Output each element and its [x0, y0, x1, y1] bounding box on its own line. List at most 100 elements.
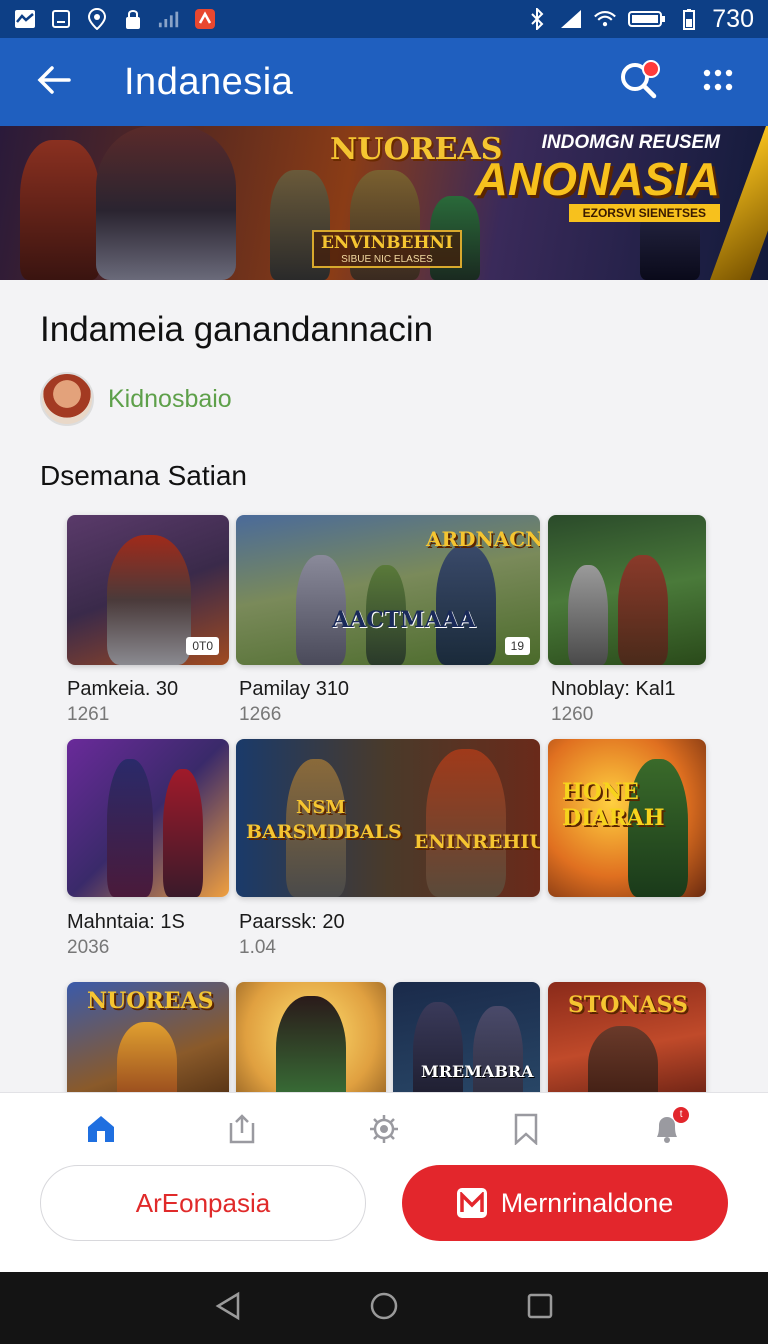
tile-chip: 19 [504, 637, 530, 655]
tile-label: BARSMDBALS [246, 821, 402, 843]
tile-character [117, 1022, 177, 1092]
search-button[interactable] [612, 56, 664, 108]
nav-notifications[interactable]: t [637, 1107, 697, 1153]
tile-character [436, 545, 496, 665]
nav-home[interactable] [71, 1109, 131, 1153]
tile-character [568, 565, 608, 665]
system-back-button[interactable] [208, 1288, 248, 1328]
tile-label: STONASS [568, 992, 688, 1018]
banner-hero-figure [96, 126, 236, 280]
game-tile[interactable]: NUOREAS [67, 982, 229, 1092]
card-meta: 1261 [67, 704, 110, 725]
article-content: Indameia ganandannacin Kidnosbaio Dseman… [0, 280, 768, 1092]
arrow-back-icon [37, 65, 71, 100]
wifi-icon [594, 8, 617, 30]
system-home-button[interactable] [364, 1288, 404, 1328]
lock-icon [122, 8, 144, 30]
battery-icon [628, 8, 666, 30]
tile-character [276, 996, 346, 1092]
more-options-button[interactable] [692, 56, 744, 108]
game-tile[interactable]: 0T0 [67, 515, 229, 665]
card-meta: 1260 [551, 704, 594, 725]
share-icon [226, 1113, 258, 1150]
author-row[interactable]: Kidnosbaio [40, 372, 232, 426]
nav-share[interactable] [212, 1109, 272, 1153]
banner-right-logo: INDOMGN REUSEM ANONASIA EZORSVI SIENETSE… [475, 132, 720, 222]
search-badge [642, 60, 660, 78]
bookmark-icon [512, 1113, 540, 1150]
tile-label: AACTMAAA [332, 607, 476, 633]
system-navigation-bar [0, 1272, 768, 1344]
banner-hero-figure [20, 140, 100, 280]
bluetooth-icon [526, 8, 548, 30]
game-tile[interactable]: NSM BARSMDBALS ENINREHIU [236, 739, 540, 897]
tile-character [107, 759, 153, 897]
system-recents-button[interactable] [520, 1288, 560, 1328]
nav-bookmarks[interactable] [496, 1109, 556, 1153]
game-tile[interactable]: MREMABRA [393, 982, 540, 1092]
clock-time: 730 [712, 4, 754, 33]
game-tile[interactable]: HONE DIARAH [548, 739, 706, 897]
page-title: Indameia ganandannacin [40, 310, 434, 349]
signal-bars-icon [158, 8, 180, 30]
game-tile[interactable] [548, 515, 706, 665]
hero-banner[interactable]: NUOREAS ENVINBEHNI SIBUE NIC ELASES INDO… [0, 126, 768, 280]
triangle-back-icon [214, 1291, 242, 1326]
location-icon [86, 8, 108, 30]
app-notification-icon [194, 8, 216, 30]
tile-chip: 0T0 [186, 637, 219, 655]
banner-event-box: ENVINBEHNI SIBUE NIC ELASES [312, 230, 462, 268]
avatar[interactable] [40, 372, 94, 426]
tile-top-label: NSM [296, 797, 346, 818]
game-tile[interactable] [236, 982, 386, 1092]
card-title[interactable]: Mahntaia: 1S [67, 911, 185, 934]
circle-home-icon [369, 1291, 399, 1326]
nav-settings[interactable] [354, 1109, 414, 1153]
section-title: Dsemana Satian [40, 460, 248, 491]
more-dots-icon [702, 68, 734, 97]
bottom-navigation: t ArEonpasia Mernrinaldone [0, 1092, 768, 1272]
game-tile[interactable]: STONASS [548, 982, 706, 1092]
secondary-action-button[interactable]: ArEonpasia [40, 1165, 366, 1241]
banner-right-subtitle: EZORSVI SIENETSES [568, 204, 720, 222]
app-title: Indanesia [124, 60, 294, 103]
banner-box-title: ENVINBEHNI [320, 233, 454, 253]
battery-level-icon [678, 8, 700, 30]
tile-label: HONE DIARAH [562, 779, 665, 831]
tile-character [618, 555, 668, 665]
tile-character [588, 1026, 658, 1092]
card-title[interactable]: Nnoblay: Kal1 [551, 678, 676, 701]
m-logo-icon [456, 1188, 487, 1218]
banner-box-subtitle: SIBUE NIC ELASES [341, 254, 433, 265]
tile-label: MREMABRA [421, 1062, 534, 1081]
tile-top-label: ARDNACN [426, 527, 540, 551]
game-tile[interactable]: ARDNACN AACTMAAA 19 [236, 515, 540, 665]
screen-icon [50, 8, 72, 30]
home-icon [85, 1113, 117, 1150]
primary-action-button[interactable]: Mernrinaldone [402, 1165, 728, 1241]
banner-right-title: ANONASIA [474, 153, 720, 205]
back-button[interactable] [24, 52, 84, 112]
card-meta: 1.04 [239, 937, 276, 958]
banner-right-line1: INDOMGN REUSEM [541, 132, 720, 153]
card-meta: 2036 [67, 937, 110, 958]
tile-character [163, 769, 203, 897]
author-name[interactable]: Kidnosbaio [108, 385, 232, 414]
card-title[interactable]: Paarssk: 20 [239, 911, 345, 934]
status-bar: 730 [0, 0, 768, 38]
card-title[interactable]: Pamkeia. 30 [67, 678, 178, 701]
card-meta: 1266 [239, 704, 282, 725]
tile-label: ENINREHIU [414, 831, 540, 853]
card-title[interactable]: Pamilay 310 [239, 678, 349, 701]
tile-character [107, 535, 191, 665]
tile-character [426, 749, 506, 897]
mail-icon [14, 8, 36, 30]
cell-signal-icon [560, 8, 582, 30]
notification-badge: t [673, 1107, 690, 1123]
game-tile[interactable] [67, 739, 229, 897]
square-recents-icon [527, 1293, 553, 1324]
settings-icon [368, 1113, 400, 1150]
primary-action-label: Mernrinaldone [500, 1187, 674, 1218]
tile-label: NUOREAS [87, 988, 214, 1014]
app-bar: Indanesia [0, 38, 768, 126]
